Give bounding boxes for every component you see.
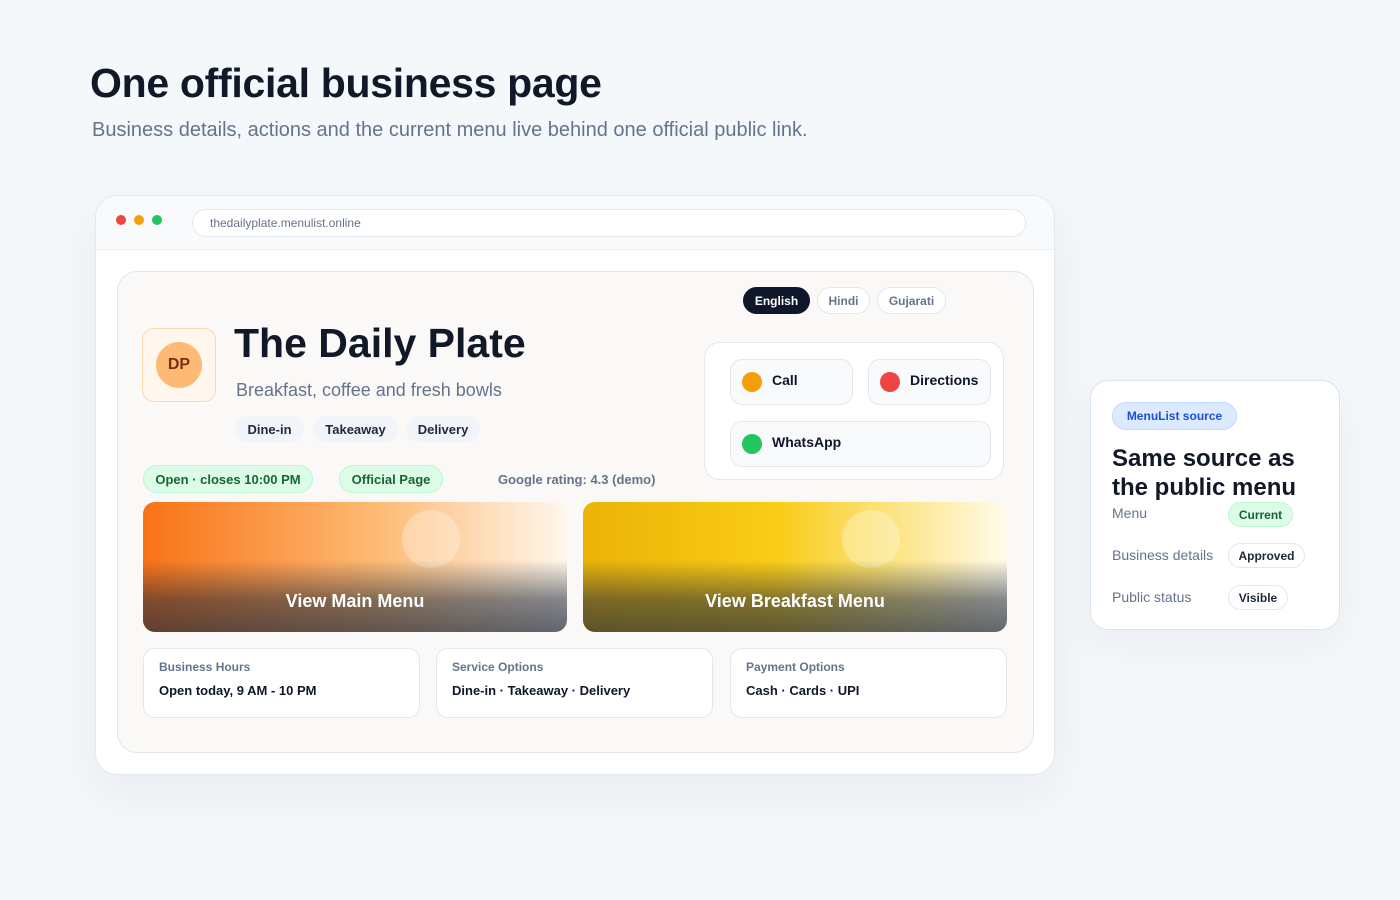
source-row-label: Menu <box>1112 505 1148 521</box>
logo-initials: DP <box>156 342 202 388</box>
source-badge: MenuList source <box>1112 402 1237 430</box>
info-card-hours: Business Hours Open today, 9 AM - 10 PM <box>143 648 420 718</box>
call-label: Call <box>772 372 798 388</box>
whatsapp-icon <box>742 434 762 454</box>
breakfast-menu-label: View Breakfast Menu <box>705 591 885 611</box>
whatsapp-button[interactable]: WhatsApp <box>730 421 991 467</box>
page-subtitle: Business details, actions and the curren… <box>92 119 808 141</box>
window-close-dot[interactable] <box>116 215 126 225</box>
window-minimize-dot[interactable] <box>134 215 144 225</box>
window-maximize-dot[interactable] <box>152 215 162 225</box>
whatsapp-label: WhatsApp <box>772 434 842 450</box>
browser-toolbar: thedailyplate.menulist.online <box>96 196 1054 250</box>
info-card-services: Service Options Dine-in · Takeaway · Del… <box>436 648 713 718</box>
status-badge: Current <box>1228 502 1293 527</box>
info-card-payments: Payment Options Cash · Cards · UPI <box>730 648 1007 718</box>
lang-english-button[interactable]: English <box>743 287 810 314</box>
lang-gujarati-button[interactable]: Gujarati <box>877 287 946 314</box>
map-pin-icon <box>880 372 900 392</box>
status-badge: Visible <box>1228 585 1288 610</box>
google-rating: Google rating: 4.3 (demo) <box>498 472 656 487</box>
source-panel: MenuList source Same source as the publi… <box>1090 380 1340 630</box>
business-tagline: Breakfast, coffee and fresh bowls <box>236 380 502 400</box>
business-logo: DP <box>142 328 216 402</box>
status-badge: Approved <box>1228 543 1305 568</box>
business-page-card: English Hindi Gujarati DP The Daily Plat… <box>117 271 1034 753</box>
source-title: Same source as the public menu <box>1112 445 1297 501</box>
main-menu-tile[interactable]: View Main Menu <box>143 502 567 632</box>
directions-button[interactable]: Directions <box>868 359 991 405</box>
breakfast-menu-tile[interactable]: View Breakfast Menu <box>583 502 1007 632</box>
info-card-value: Dine-in · Takeaway · Delivery <box>452 683 631 698</box>
official-page-badge: Official Page <box>339 465 443 493</box>
info-card-title: Business Hours <box>159 660 251 674</box>
main-menu-label: View Main Menu <box>285 591 425 611</box>
info-card-title: Service Options <box>452 660 544 674</box>
service-chip-takeaway: Takeaway <box>313 416 398 443</box>
source-row-label: Business details <box>1112 547 1214 563</box>
browser-window: thedailyplate.menulist.online English Hi… <box>95 195 1055 775</box>
actions-panel: Call Directions WhatsApp <box>704 342 1004 480</box>
lang-hindi-button[interactable]: Hindi <box>817 287 870 314</box>
service-chip-dine-in: Dine-in <box>235 416 304 443</box>
info-card-value: Open today, 9 AM - 10 PM <box>159 683 317 698</box>
directions-label: Directions <box>910 372 979 388</box>
service-chip-delivery: Delivery <box>406 416 480 443</box>
info-card-value: Cash · Cards · UPI <box>746 683 860 698</box>
phone-icon <box>742 372 762 392</box>
info-card-title: Payment Options <box>746 660 845 674</box>
address-bar[interactable]: thedailyplate.menulist.online <box>192 209 1026 237</box>
source-row-label: Public status <box>1112 589 1192 605</box>
business-name: The Daily Plate <box>234 320 526 366</box>
page-title: One official business page <box>90 60 602 106</box>
open-status-badge: Open · closes 10:00 PM <box>143 465 313 493</box>
call-button[interactable]: Call <box>730 359 853 405</box>
